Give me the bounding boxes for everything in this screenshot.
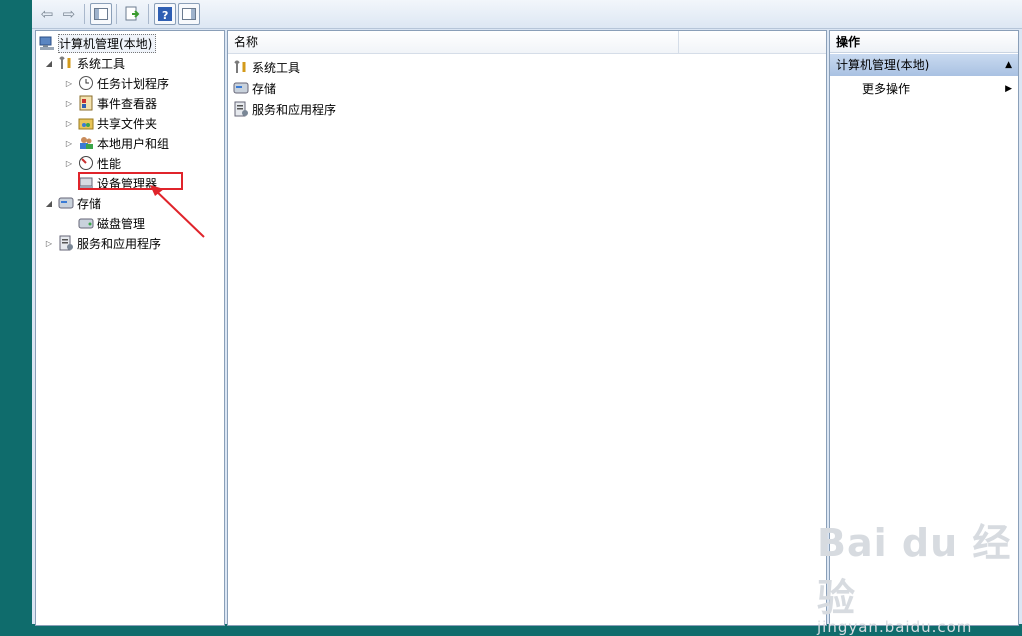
tools-icon (58, 55, 74, 71)
export-list-icon[interactable] (122, 3, 144, 25)
toolbar-separator (84, 4, 85, 24)
tree-item-local-users-groups[interactable]: ▷ 本地用户和组 (64, 133, 169, 153)
list-item[interactable]: 服务和应用程序 (233, 99, 336, 119)
performance-icon (78, 155, 94, 171)
list-item[interactable]: 存储 (233, 78, 276, 98)
forward-arrow-icon[interactable]: ⇨ (58, 3, 80, 25)
column-header-name[interactable]: 名称 (234, 31, 258, 53)
back-arrow-icon[interactable]: ⇦ (36, 3, 58, 25)
tree-item-label: 本地用户和组 (97, 136, 170, 151)
watermark-url: jingyan.baidu.com (817, 618, 973, 636)
tools-icon (233, 59, 249, 75)
list-item-label: 存储 (252, 81, 277, 96)
tree-item-event-viewer[interactable]: ▷ 事件查看器 (64, 93, 157, 113)
tree-item-label: 任务计划程序 (97, 76, 170, 91)
disk-icon (78, 215, 94, 231)
column-divider[interactable] (678, 31, 679, 53)
list-header: 名称 (228, 31, 826, 54)
clock-icon (78, 75, 94, 91)
help-icon[interactable]: ? (154, 3, 176, 25)
expand-triangle-icon[interactable]: ▷ (64, 79, 74, 88)
services-icon (58, 235, 74, 251)
shared-folder-icon (78, 115, 94, 131)
tree-item-storage[interactable]: ◢ 存储 (44, 193, 101, 213)
storage-icon (58, 195, 74, 211)
more-actions-item[interactable]: 更多操作 ▶ (862, 79, 1012, 99)
tree-item-label: 存储 (77, 196, 102, 211)
users-icon (78, 135, 94, 151)
tree-item-label: 系统工具 (77, 56, 126, 71)
baidu-jingyan-watermark: Bai du 经验 jingyan.baidu.com (817, 512, 1022, 636)
tree-item-label: 性能 (97, 156, 122, 171)
show-hide-console-tree-icon[interactable] (90, 3, 112, 25)
result-list-pane: 名称 系统工具 存储 服务和应用程序 (227, 30, 827, 626)
tree-item-label: 磁盘管理 (97, 216, 146, 231)
actions-header: 操作 (830, 31, 1018, 53)
expand-triangle-icon[interactable]: ▷ (64, 119, 74, 128)
tree-root[interactable]: 计算机管理(本地) (39, 33, 157, 53)
more-actions-label: 更多操作 (862, 82, 911, 96)
tree-item-disk-management[interactable]: 磁盘管理 (64, 213, 145, 233)
expand-triangle-icon[interactable]: ▷ (64, 139, 74, 148)
actions-section-computer-management[interactable]: 计算机管理(本地) ▲ (830, 54, 1018, 76)
list-item-label: 系统工具 (252, 60, 301, 75)
collapse-triangle-icon[interactable]: ◢ (44, 59, 54, 68)
tree-item-shared-folders[interactable]: ▷ 共享文件夹 (64, 113, 157, 133)
watermark-logo: Bai du 经验 (817, 521, 1012, 620)
list-item[interactable]: 系统工具 (233, 57, 300, 77)
computer-management-icon (39, 35, 55, 51)
expand-triangle-icon[interactable]: ▷ (44, 239, 54, 248)
tree-item-label: 事件查看器 (97, 96, 158, 111)
collapse-triangle-icon[interactable]: ◢ (44, 199, 54, 208)
console-tree-pane: 计算机管理(本地) ◢ 系统工具 ▷ 任务计划程序 ▷ 事件查看器 ▷ 共享文件… (35, 30, 225, 626)
services-icon (233, 101, 249, 117)
expand-triangle-icon[interactable]: ▷ (64, 159, 74, 168)
toolbar: ⇦ ⇨ ? (32, 0, 1022, 29)
event-viewer-icon (78, 95, 94, 111)
toolbar-separator (116, 4, 117, 24)
svg-text:?: ? (162, 9, 168, 21)
tree-item-label: 共享文件夹 (97, 116, 158, 131)
tree-item-system-tools[interactable]: ◢ 系统工具 (44, 53, 125, 73)
submenu-arrow-icon: ▶ (1005, 84, 1012, 94)
computer-management-window: ⇦ ⇨ ? 计算机管理(本地) ◢ 系统工具 ▷ 任务计划程序 ▷ 事件查看器 … (32, 0, 1022, 636)
list-item-label: 服务和应用程序 (252, 102, 337, 117)
show-hide-action-pane-icon[interactable] (178, 3, 200, 25)
tree-item-performance[interactable]: ▷ 性能 (64, 153, 121, 173)
toolbar-separator (148, 4, 149, 24)
annotation-arrow-icon (150, 185, 205, 238)
tree-item-services-applications[interactable]: ▷ 服务和应用程序 (44, 233, 161, 253)
expand-triangle-icon[interactable]: ▷ (64, 99, 74, 108)
tree-root-label: 计算机管理(本地) (58, 33, 157, 53)
collapse-up-icon[interactable]: ▲ (1005, 54, 1012, 76)
tree-item-task-scheduler[interactable]: ▷ 任务计划程序 (64, 73, 169, 93)
actions-section-label: 计算机管理(本地) (836, 58, 930, 72)
storage-icon (233, 80, 249, 96)
